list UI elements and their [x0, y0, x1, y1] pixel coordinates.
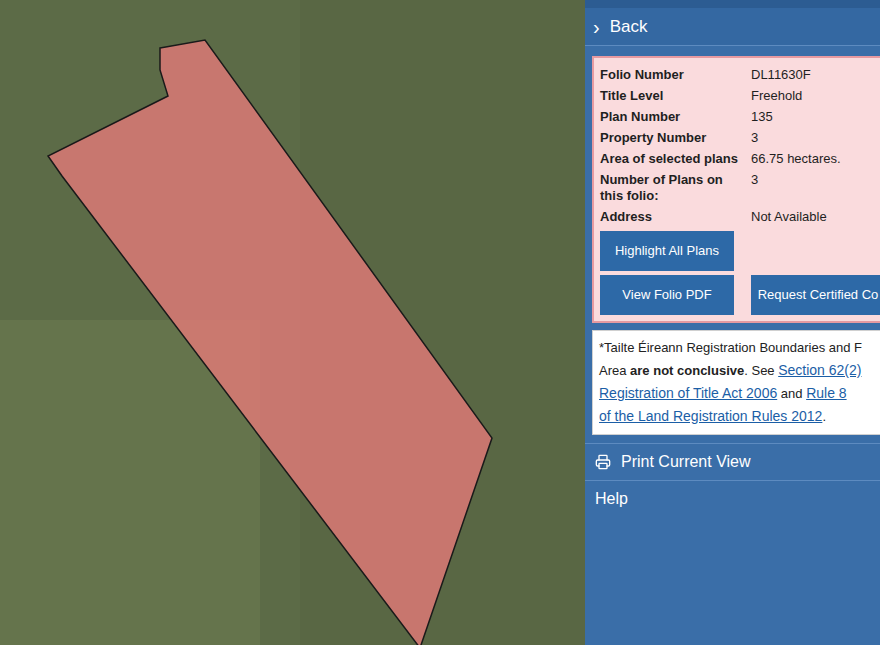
notice-line: Area are not conclusive. See Section 62(… [599, 359, 880, 382]
notice-link[interactable]: Registration of Title Act 2006 [599, 385, 777, 401]
folio-label: Address [600, 209, 751, 225]
folio-row: Folio NumberDL11630F [600, 64, 880, 85]
notice-link[interactable]: Section 62(2) [778, 362, 861, 378]
back-label: Back [610, 14, 648, 40]
folio-value: Freehold [751, 88, 802, 104]
menu-label: Print Current View [621, 450, 751, 474]
folio-label: Plan Number [600, 109, 751, 125]
notice-text: *Tailte Éireann Registration Boundaries … [599, 340, 862, 355]
top-strip [585, 0, 880, 8]
folio-label: Property Number [600, 130, 751, 146]
folio-row: Property Number3 [600, 127, 880, 148]
notice-link[interactable]: of the Land Registration Rules 2012 [599, 408, 822, 424]
notice-text: . [822, 409, 826, 424]
back-button[interactable]: › Back [585, 8, 880, 46]
folio-button[interactable]: Highlight All Plans [600, 231, 734, 271]
notice-text: Area [599, 363, 630, 378]
button-row: View Folio PDF Request Certified Co [600, 275, 880, 315]
notice-line: *Tailte Éireann Registration Boundaries … [599, 337, 880, 359]
notice-line: of the Land Registration Rules 2012. [599, 405, 880, 428]
folio-buttons: Highlight All PlansView Folio PDF Request… [600, 231, 880, 315]
notice-link[interactable]: Rule 8 [806, 385, 846, 401]
parcel-overlay[interactable] [0, 0, 585, 645]
folio-table: Folio NumberDL11630FTitle LevelFreeholdP… [600, 64, 880, 227]
folio-row: Title LevelFreehold [600, 85, 880, 106]
folio-value: DL11630F [751, 67, 811, 83]
button-row: Highlight All Plans [600, 231, 880, 271]
folio-label: Area of selected plans [600, 151, 751, 167]
app: ›BackFolio NumberDL11630FTitle LevelFree… [0, 0, 880, 645]
folio-value: Not Available [751, 209, 827, 225]
folio-value: 3 [751, 172, 758, 204]
printer-icon [595, 454, 611, 470]
notice-text: . See [744, 363, 778, 378]
notice-line: Registration of Title Act 2006 and Rule … [599, 382, 880, 405]
menu-label: Help [595, 487, 628, 511]
folio-card: Folio NumberDL11630FTitle LevelFreeholdP… [592, 56, 880, 323]
menu: Print Current View Help [585, 443, 880, 517]
notice-bold-text: are not conclusive [630, 363, 744, 378]
notice-text: and [777, 386, 806, 401]
folio-row: Number of Plans on this folio:3 [600, 169, 880, 206]
parcel-polygon[interactable] [48, 40, 492, 645]
folio-row: Plan Number135 [600, 106, 880, 127]
menu-item[interactable]: Help [585, 480, 880, 517]
folio-value: 3 [751, 130, 758, 146]
map-view[interactable] [0, 0, 585, 645]
folio-label: Folio Number [600, 67, 751, 83]
notice-box: *Tailte Éireann Registration Boundaries … [592, 330, 880, 435]
folio-label: Title Level [600, 88, 751, 104]
chevron-icon: › [593, 17, 600, 37]
folio-value: 66.75 hectares. [751, 151, 841, 167]
folio-row: Area of selected plans66.75 hectares. [600, 148, 880, 169]
folio-value: 135 [751, 109, 773, 125]
menu-item[interactable]: Print Current View [585, 443, 880, 480]
folio-label: Number of Plans on this folio: [600, 172, 751, 204]
folio-button[interactable]: View Folio PDF [600, 275, 734, 315]
folio-row: AddressNot Available [600, 206, 880, 227]
folio-button[interactable]: Request Certified Co [751, 275, 880, 315]
side-panel: ›BackFolio NumberDL11630FTitle LevelFree… [585, 0, 880, 645]
